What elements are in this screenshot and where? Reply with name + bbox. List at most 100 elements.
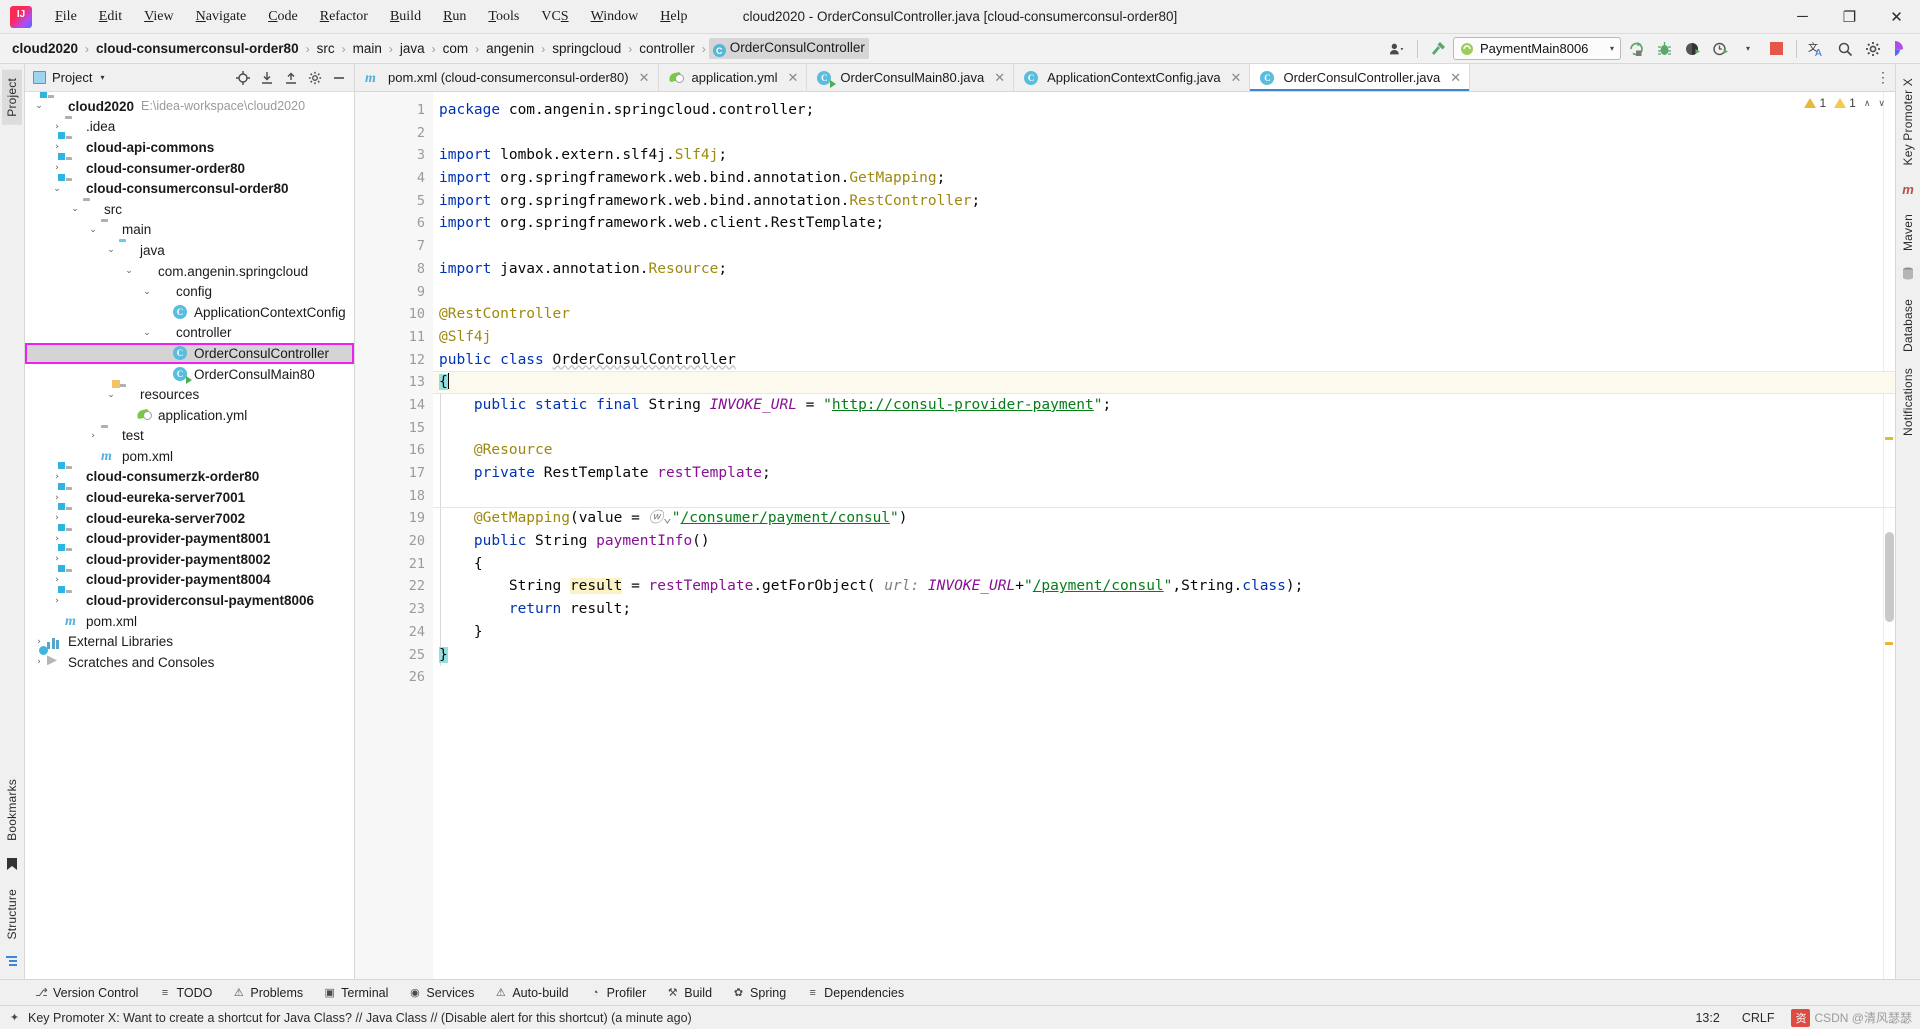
code-content[interactable]: 1 1 ∧ ∨ package com.angenin.springcloud.…	[433, 92, 1895, 979]
line-number[interactable]: 13	[371, 371, 433, 394]
line-number[interactable]: 25	[371, 644, 433, 667]
line-number[interactable]: 5	[371, 190, 433, 213]
chevron-down-icon[interactable]: ⌄	[31, 101, 47, 111]
warning-chip-2[interactable]: 1	[1834, 96, 1856, 110]
inspection-widget[interactable]: 1 1 ∧ ∨	[1804, 96, 1885, 110]
panel-settings-gear-icon[interactable]	[304, 68, 326, 88]
code-line[interactable]: @RestController	[433, 303, 1895, 326]
menu-vcs[interactable]: VCS	[530, 5, 579, 29]
tree-node-cloud-consumerzk-order80[interactable]: › cloud-consumerzk-order80	[25, 467, 354, 488]
menu-navigate[interactable]: Navigate	[185, 5, 258, 29]
chevron-down-icon[interactable]: ⌄	[139, 328, 155, 338]
code-line[interactable]: public String paymentInfo()	[433, 530, 1895, 553]
bottom-tool-build[interactable]: ⚒ Build	[657, 983, 721, 1003]
line-number[interactable]: 4	[371, 167, 433, 190]
code-line[interactable]: {	[433, 371, 1895, 394]
locate-icon[interactable]	[232, 68, 254, 88]
chevron-right-icon[interactable]: ›	[49, 122, 65, 132]
tree-node-main[interactable]: ⌄ main	[25, 220, 354, 241]
line-number[interactable]: 20	[371, 530, 447, 553]
maximize-button[interactable]: ❐	[1826, 0, 1873, 34]
breadcrumb-item-cloud-consumerconsul-order80[interactable]: cloud-consumerconsul-order80	[92, 39, 303, 58]
tree-node-cloud-consumer-order80[interactable]: › cloud-consumer-order80	[25, 158, 354, 179]
editor-tab-pom-xml-cloud-consumerconsul-order80-[interactable]: m pom.xml (cloud-consumerconsul-order80) ✕	[355, 64, 659, 91]
chevron-right-icon[interactable]: ›	[49, 596, 65, 606]
chevron-right-icon[interactable]: ›	[49, 575, 65, 585]
tree-node-cloud-provider-payment8001[interactable]: › cloud-provider-payment8001	[25, 528, 354, 549]
chevron-right-icon[interactable]: ›	[49, 163, 65, 173]
tool-tab-database[interactable]: Database	[1898, 291, 1918, 360]
tree-node-scratches-and-consoles[interactable]: › Scratches and Consoles	[25, 652, 354, 673]
tree-node-resources[interactable]: ⌄ resources	[25, 384, 354, 405]
code-line[interactable]: }	[433, 621, 1895, 644]
tree-node-orderconsulmain80[interactable]: C OrderConsulMain80	[25, 364, 354, 385]
breadcrumb-item-angenin[interactable]: angenin	[482, 39, 538, 58]
menu-view[interactable]: View	[133, 5, 185, 29]
bottom-tool-spring[interactable]: ✿ Spring	[723, 983, 795, 1003]
tree-node-cloud-provider-payment8004[interactable]: › cloud-provider-payment8004	[25, 570, 354, 591]
breadcrumb-item-controller[interactable]: controller	[635, 39, 699, 58]
tool-tab-structure[interactable]: Structure	[2, 881, 22, 948]
bottom-tool-auto-build[interactable]: ⚠ Auto-build	[485, 983, 577, 1003]
tree-node-pom-xml[interactable]: m pom.xml	[25, 446, 354, 467]
code-line[interactable]: public static final String INVOKE_URL = …	[433, 394, 1895, 417]
menu-edit[interactable]: Edit	[88, 5, 133, 29]
chevron-down-icon[interactable]: ⌄	[85, 225, 101, 235]
line-number[interactable]: 6	[371, 212, 433, 235]
breadcrumb-item-cloud2020[interactable]: cloud2020	[8, 39, 82, 58]
menu-window[interactable]: Window	[580, 5, 650, 29]
breadcrumb-item-springcloud[interactable]: springcloud	[548, 39, 625, 58]
code-line[interactable]: package com.angenin.springcloud.controll…	[433, 99, 1895, 122]
close-tab-icon[interactable]: ✕	[994, 70, 1005, 86]
menu-run[interactable]: Run	[432, 5, 477, 29]
line-number[interactable]: 19	[371, 507, 433, 530]
close-button[interactable]: ✕	[1873, 0, 1920, 34]
menu-help[interactable]: Help	[649, 5, 698, 29]
chevron-right-icon[interactable]: ›	[49, 472, 65, 482]
coverage-icon[interactable]	[1679, 37, 1705, 61]
chevron-down-icon[interactable]: ⌄	[103, 245, 119, 255]
line-number[interactable]: 10▽	[371, 303, 441, 326]
chevron-down-icon[interactable]: ⌄	[121, 266, 137, 276]
translate-icon[interactable]: 文 A	[1804, 37, 1830, 61]
tab-overflow-icon[interactable]: ⋮	[1871, 64, 1895, 91]
chevron-right-icon[interactable]: ›	[49, 142, 65, 152]
collapse-all-icon[interactable]	[280, 68, 302, 88]
line-number[interactable]: 22	[371, 575, 433, 598]
bottom-tool-version-control[interactable]: ⎇ Version Control	[26, 983, 147, 1003]
chevron-down-icon[interactable]: ⌄	[103, 390, 119, 400]
bottom-tool-services[interactable]: ◉ Services	[399, 983, 483, 1003]
tool-tab-notifications[interactable]: Notifications	[1898, 360, 1918, 444]
line-number[interactable]: 12	[371, 349, 447, 372]
tree-node-applicationcontextconfig[interactable]: C ApplicationContextConfig	[25, 302, 354, 323]
line-number[interactable]: 3⊖	[371, 144, 441, 167]
code-line[interactable]: @GetMapping(value = ⓦ⌄"/consumer/payment…	[433, 507, 1895, 530]
tool-tab-maven[interactable]: Maven	[1898, 206, 1918, 259]
line-number[interactable]: 18	[371, 485, 433, 508]
close-tab-icon[interactable]: ✕	[788, 70, 799, 86]
profiler-chevron-down-icon[interactable]: ▾	[1735, 37, 1761, 61]
close-tab-icon[interactable]: ✕	[1450, 70, 1461, 86]
tree-node-test[interactable]: › test	[25, 426, 354, 447]
bottom-tool-terminal[interactable]: ▣ Terminal	[314, 983, 397, 1003]
chevron-down-icon[interactable]: ▾	[100, 73, 104, 82]
line-number[interactable]: 1	[371, 99, 433, 122]
tree-node--idea[interactable]: › .idea	[25, 117, 354, 138]
code-line[interactable]	[433, 281, 1895, 304]
editor-gutter[interactable]: 123⊖45678⊖910▽11⊖12131415161718192021▽22…	[371, 92, 447, 979]
line-number[interactable]: 14	[371, 394, 433, 417]
tool-tab-key-promoter-x[interactable]: Key Promoter X	[1898, 70, 1918, 174]
tree-node-cloud-provider-payment8002[interactable]: › cloud-provider-payment8002	[25, 549, 354, 570]
next-issue-icon[interactable]: ∨	[1878, 98, 1885, 109]
code-line[interactable]	[433, 122, 1895, 145]
chevron-right-icon[interactable]: ›	[49, 493, 65, 503]
tree-node-cloud-eureka-server7001[interactable]: › cloud-eureka-server7001	[25, 487, 354, 508]
breadcrumb-item-com[interactable]: com	[439, 39, 473, 58]
code-line[interactable]: public class OrderConsulController	[433, 349, 1895, 372]
tree-node-external-libraries[interactable]: › External Libraries	[25, 631, 354, 652]
tree-node-orderconsulcontroller[interactable]: C OrderConsulController	[25, 343, 354, 364]
menu-tools[interactable]: Tools	[477, 5, 530, 29]
breadcrumb-item-src[interactable]: src	[313, 39, 339, 58]
code-line[interactable]	[433, 666, 1895, 689]
menu-refactor[interactable]: Refactor	[309, 5, 379, 29]
